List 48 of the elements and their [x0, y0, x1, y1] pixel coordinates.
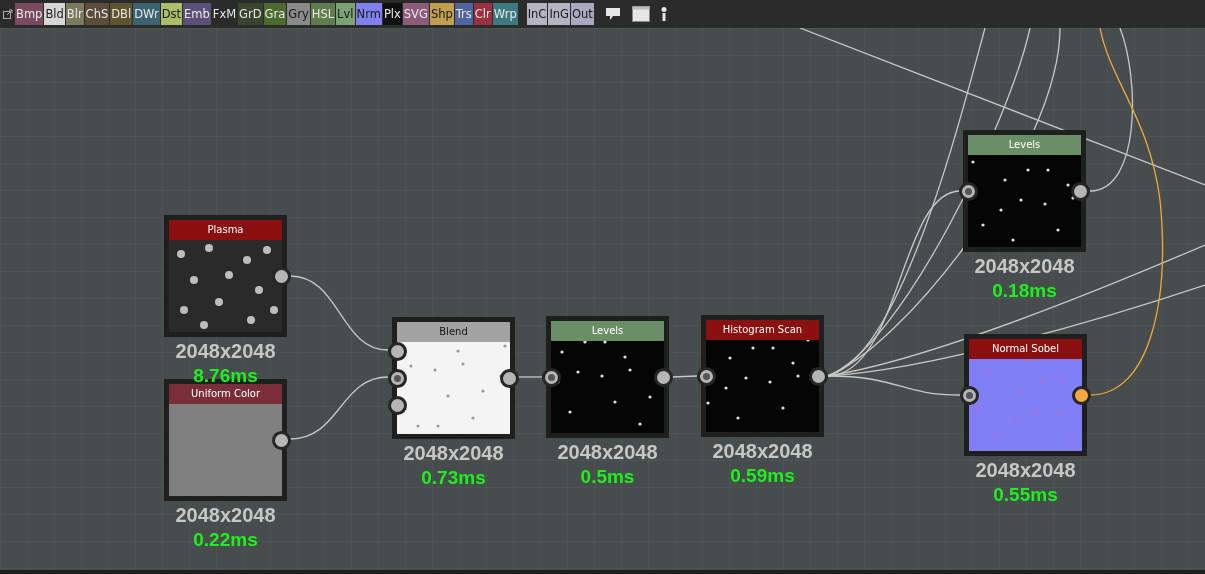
node-type-button[interactable]: Out: [571, 3, 594, 25]
node-type-button[interactable]: GrD: [238, 3, 263, 25]
node-type-button[interactable]: Emb: [183, 3, 211, 25]
node-type-button[interactable]: Lvl: [336, 3, 355, 25]
connection-wire: [517, 376, 543, 378]
connection-wire: [671, 375, 698, 378]
node-title: Uniform Color: [169, 384, 282, 404]
resolution-label: 2048x2048: [712, 439, 813, 464]
resolution-label: 2048x2048: [974, 254, 1075, 279]
resolution-label: 2048x2048: [557, 440, 658, 465]
resolution-label: 2048x2048: [175, 339, 276, 364]
node-type-button[interactable]: Nrm: [355, 3, 382, 25]
node-title: Levels: [551, 321, 664, 341]
node-title: Plasma: [169, 220, 282, 240]
node-type-button[interactable]: InC: [526, 3, 548, 25]
timing-label: 0.59ms: [730, 464, 795, 488]
node-type-button[interactable]: Trs: [454, 3, 473, 25]
node-type-button[interactable]: ChS: [84, 3, 110, 25]
timing-label: 0.55ms: [993, 483, 1058, 507]
comment-icon[interactable]: [604, 7, 621, 21]
node-title: Normal Sobel: [969, 339, 1082, 359]
resolution-label: 2048x2048: [975, 458, 1076, 483]
timing-label: 0.18ms: [992, 279, 1057, 303]
node-title: Blend: [397, 322, 510, 342]
resolution-label: 2048x2048: [175, 503, 276, 528]
undock-icon[interactable]: [3, 9, 13, 19]
timing-label: 0.22ms: [193, 528, 258, 552]
node-type-button[interactable]: Blr: [65, 3, 84, 25]
node-type-button[interactable]: HSL: [310, 3, 336, 25]
node-type-button[interactable]: DWr: [133, 3, 160, 25]
node-title: Levels: [968, 135, 1081, 155]
node-type-button[interactable]: InG: [548, 3, 570, 25]
timing-label: 0.5ms: [580, 465, 635, 489]
node-type-button[interactable]: Plx: [382, 3, 402, 25]
node-type-button[interactable]: Gra: [263, 3, 287, 25]
node-title: Histogram Scan: [706, 320, 819, 340]
node-type-button[interactable]: Clr: [473, 3, 492, 25]
timing-label: 0.73ms: [421, 466, 486, 490]
node-type-button[interactable]: Dst: [160, 3, 182, 25]
node-type-button[interactable]: Bmp: [15, 3, 44, 25]
resolution-label: 2048x2048: [403, 441, 504, 466]
node-type-button[interactable]: Shp: [429, 3, 454, 25]
node-type-button[interactable]: SVG: [402, 3, 429, 25]
node-type-button[interactable]: DBl: [110, 3, 133, 25]
node-type-button[interactable]: Gry: [287, 3, 310, 25]
frame-icon[interactable]: [631, 6, 650, 22]
node-type-button[interactable]: Bld: [44, 3, 65, 25]
node-type-button[interactable]: Wrp: [492, 3, 518, 25]
